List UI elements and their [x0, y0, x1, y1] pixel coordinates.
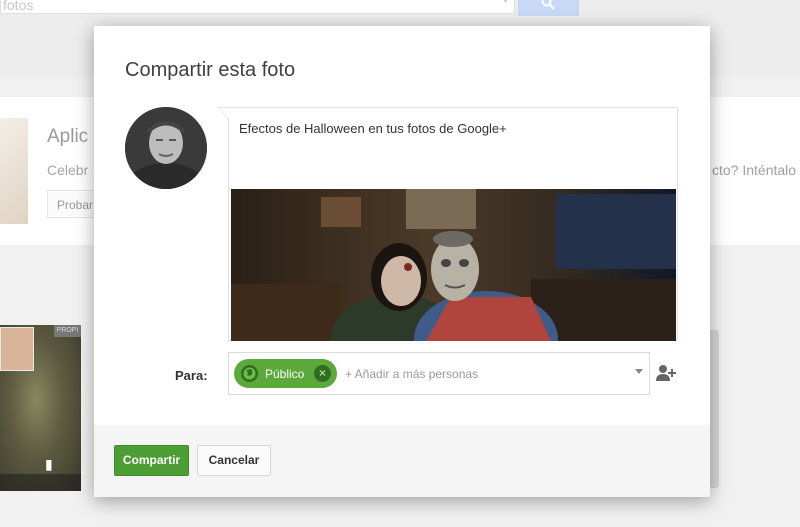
dialog-footer: Compartir Cancelar [94, 425, 710, 497]
comment-icon: ▮ [45, 456, 53, 472]
share-dialog: Compartir esta foto Efectos de Halloween… [94, 26, 710, 497]
search-icon [541, 0, 555, 10]
background-card-button[interactable]: Probar [47, 190, 99, 218]
add-person-icon[interactable] [655, 363, 677, 383]
close-icon[interactable]: × [314, 365, 331, 382]
public-audience-chip[interactable]: Público × [234, 359, 337, 388]
chevron-down-icon[interactable] [635, 369, 643, 374]
background-search-input[interactable]: fotos ▾ [0, 0, 515, 14]
background-card-description: Celebr [47, 162, 89, 178]
share-button[interactable]: Compartir [114, 445, 189, 476]
background-card-title: Aplic [47, 126, 89, 147]
dialog-title: Compartir esta foto [125, 59, 296, 81]
globe-icon [241, 365, 258, 382]
background-search-text: fotos [3, 0, 34, 13]
recipients-input[interactable]: Público × + Añadir a más personas [228, 352, 650, 395]
cancel-button[interactable]: Cancelar [197, 445, 271, 476]
post-text: Efectos de Halloween en tus fotos de Goo… [239, 121, 507, 136]
avatar [125, 107, 207, 189]
post-preview: Efectos de Halloween en tus fotos de Goo… [217, 107, 678, 341]
chip-label: Público [265, 367, 305, 381]
background-photo-thumbnail [0, 327, 34, 371]
add-people-placeholder[interactable]: + Añadir a más personas [345, 367, 478, 381]
chevron-down-icon: ▾ [502, 0, 508, 6]
shared-photo [231, 189, 676, 341]
background-card-text-right: cto? Inténtalo [712, 162, 797, 178]
background-photo-toolbar [0, 474, 81, 491]
background-search-button[interactable] [518, 0, 579, 16]
to-label: Para: [175, 368, 208, 383]
background-photo-tag: PROPI [54, 325, 81, 337]
background-card-thumbnail [0, 118, 28, 224]
